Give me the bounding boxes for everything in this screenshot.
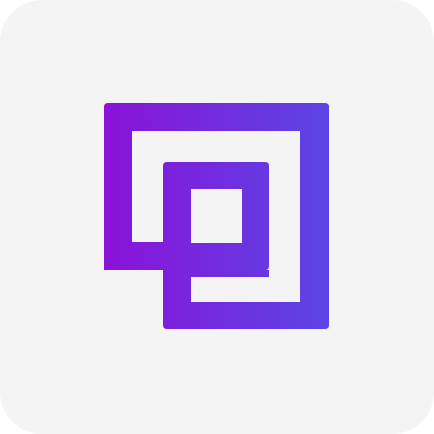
inner-square-frame bbox=[163, 162, 269, 302]
app-icon-tile[interactable] bbox=[0, 0, 434, 434]
interlocked-squares-icon bbox=[104, 103, 329, 329]
outer-square-frame bbox=[104, 103, 329, 329]
